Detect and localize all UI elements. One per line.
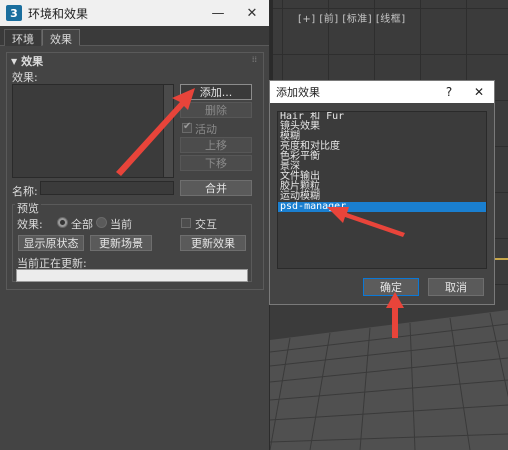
- active-checkbox[interactable]: ✔: [182, 121, 192, 133]
- add-dialog-titlebar[interactable]: 添加效果 ? ✕: [270, 81, 494, 103]
- env-titlebar[interactable]: 3 环境和效果 — ✕: [0, 0, 269, 26]
- interactive-label: 交互: [195, 218, 217, 231]
- perspective-grid-floor: [270, 300, 508, 450]
- close-icon[interactable]: ✕: [464, 85, 494, 99]
- interactive-checkbox[interactable]: [181, 218, 191, 228]
- rollout-title: 效果: [21, 55, 44, 68]
- env-dialog-title: 环境和效果: [28, 6, 89, 21]
- close-icon[interactable]: ✕: [235, 0, 269, 26]
- radio-current-label: 当前: [110, 218, 132, 231]
- app-icon: 3: [6, 5, 22, 21]
- environment-effects-dialog: 3 环境和效果 — ✕ 环境 效果 ▼ 效果 ⁞⁞ 效果: 添加... 删除 ✔…: [0, 0, 270, 450]
- tab-effects[interactable]: 效果: [42, 29, 80, 46]
- update-progress-bar: [16, 269, 248, 282]
- effects-label: 效果:: [12, 71, 38, 84]
- collapse-triangle-icon[interactable]: ▼: [11, 57, 17, 66]
- ok-button[interactable]: 确定: [363, 278, 419, 296]
- move-down-button[interactable]: 下移: [180, 155, 252, 171]
- add-effect-button[interactable]: 添加...: [180, 84, 252, 100]
- active-label: 活动: [195, 123, 217, 136]
- tab-environment[interactable]: 环境: [4, 29, 42, 46]
- update-scene-button[interactable]: 更新场景: [90, 235, 152, 251]
- rollout-grip-icon: ⁞⁞: [251, 55, 257, 64]
- effect-list-item[interactable]: 镜头效果: [278, 122, 486, 132]
- minimize-button[interactable]: —: [201, 0, 235, 26]
- add-effect-dialog: 添加效果 ? ✕ Hair 和 Fur 镜头效果 模糊 亮度和对比度 色彩平衡 景深 文件输…: [269, 80, 495, 305]
- radio-all-label: 全部: [71, 218, 93, 231]
- update-effect-button[interactable]: 更新效果: [180, 235, 246, 251]
- effect-list-item[interactable]: psd-manager: [278, 202, 486, 212]
- effects-list[interactable]: [12, 84, 174, 178]
- add-dialog-title: 添加效果: [276, 86, 320, 99]
- name-field[interactable]: [40, 181, 174, 195]
- viewport-label[interactable]: [+] [前] [标准] [线框]: [298, 10, 406, 25]
- move-up-button[interactable]: 上移: [180, 137, 252, 153]
- delete-button[interactable]: 删除: [180, 102, 252, 118]
- show-original-button[interactable]: 显示原状态: [18, 235, 84, 251]
- help-icon[interactable]: ?: [434, 85, 464, 99]
- effects-list-scrollbar[interactable]: [163, 85, 173, 177]
- effects-scope-label: 效果:: [17, 218, 43, 231]
- cancel-button[interactable]: 取消: [428, 278, 484, 296]
- radio-all[interactable]: [57, 217, 68, 228]
- merge-button[interactable]: 合并: [180, 180, 252, 196]
- name-label: 名称:: [12, 185, 38, 198]
- rollout-header[interactable]: ▼ 效果: [7, 53, 263, 69]
- effect-list-item[interactable]: 色彩平衡: [278, 152, 486, 162]
- preview-group-label: 预览: [15, 200, 41, 216]
- env-tab-bar: 环境 效果: [0, 26, 269, 46]
- radio-current[interactable]: [96, 217, 107, 228]
- effect-type-list[interactable]: Hair 和 Fur 镜头效果 模糊 亮度和对比度 色彩平衡 景深 文件输出 胶片颗粒 运动模糊…: [277, 111, 487, 269]
